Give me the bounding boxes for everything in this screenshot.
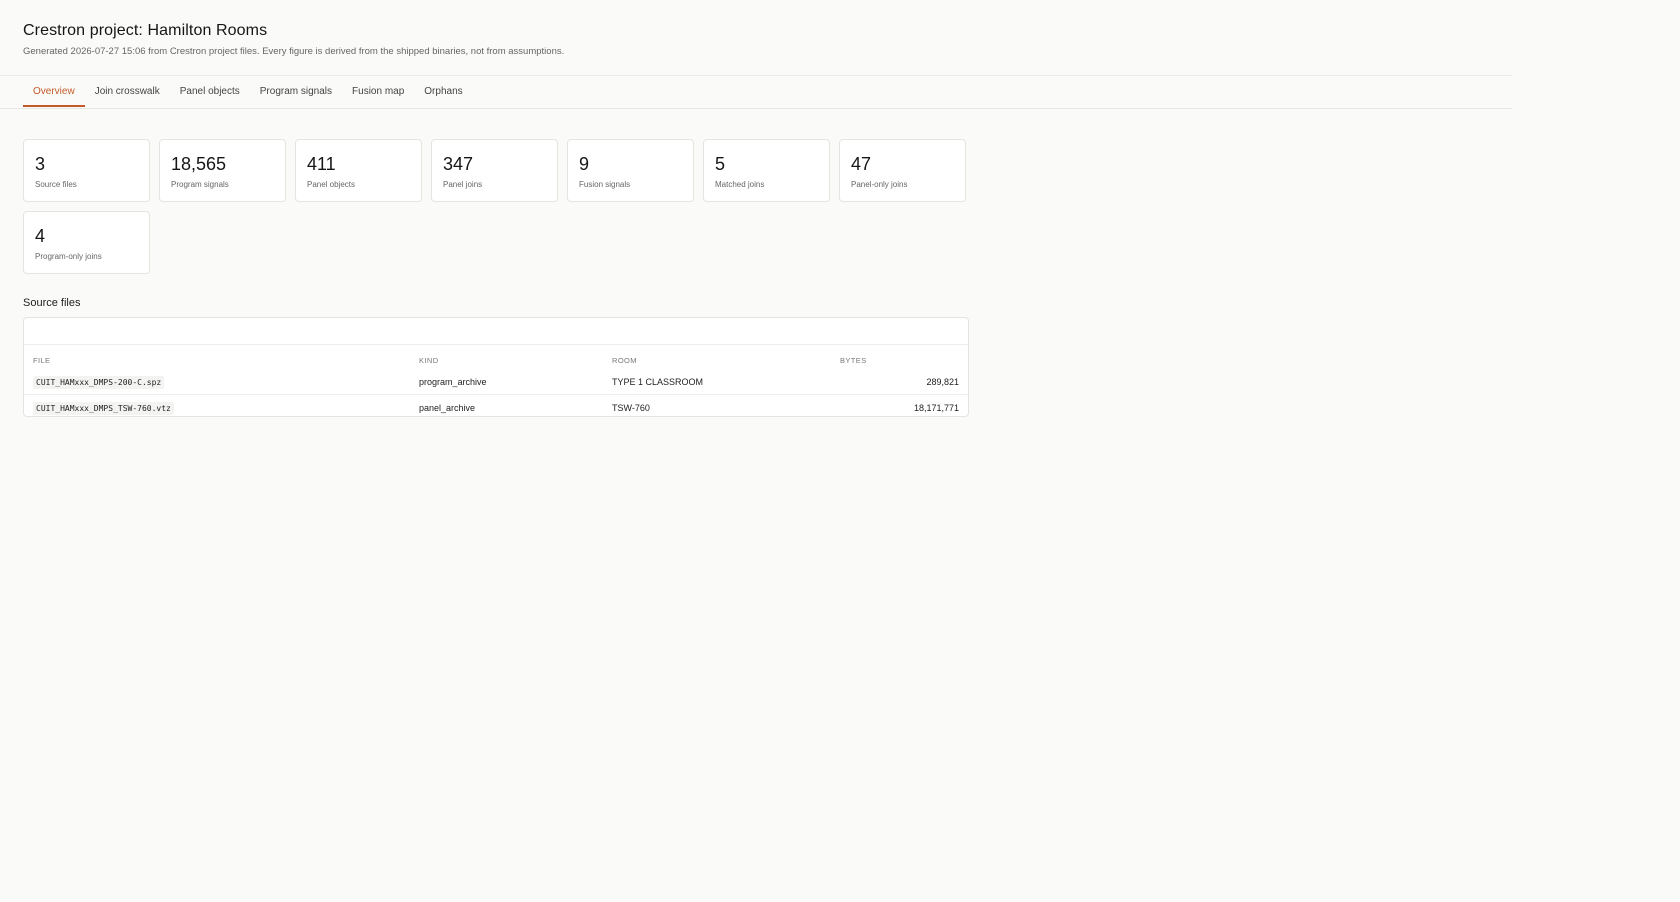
- stat-label: Panel objects: [307, 180, 356, 189]
- tab-join-crosswalk[interactable]: Join crosswalk: [85, 76, 170, 107]
- stat-card-matched-joins: 5 Matched joins: [703, 139, 830, 202]
- column-header-file[interactable]: FILE: [24, 345, 410, 369]
- tab-program-signals[interactable]: Program signals: [250, 76, 342, 107]
- stat-card-panel-joins: 347 Panel joins: [431, 139, 558, 202]
- stat-value: 347: [443, 154, 474, 174]
- source-files-table: FILE KIND ROOM BYTES CUIT_HAMxxx_DMPS-20…: [23, 317, 969, 420]
- stat-value: 5: [715, 154, 726, 174]
- page-header: Crestron project: Hamilton Rooms Generat…: [23, 22, 564, 57]
- stat-value: 4: [35, 226, 46, 246]
- tab-fusion-map[interactable]: Fusion map: [342, 76, 414, 107]
- stat-label: Fusion signals: [579, 180, 631, 189]
- table-row[interactable]: CUIT_HAMxxx_DMPS_TSW-760.vtz panel_archi…: [24, 394, 968, 420]
- stat-label: Panel joins: [443, 180, 483, 189]
- stat-card-program-signals: 18,565 Program signals: [159, 139, 286, 202]
- page-subtitle: Generated 2026-07-27 15:06 from Crestron…: [23, 46, 565, 57]
- column-header-room[interactable]: ROOM: [603, 345, 831, 369]
- table-toolbar: [24, 318, 968, 345]
- page-title: Crestron project: Hamilton Rooms: [23, 22, 268, 39]
- stat-value: 9: [579, 154, 590, 174]
- section-title-source-files: Source files: [23, 297, 81, 309]
- source-files-grid: FILE KIND ROOM BYTES CUIT_HAMxxx_DMPS-20…: [24, 345, 968, 420]
- stat-card-panel-objects: 411 Panel objects: [295, 139, 422, 202]
- stat-label: Source files: [35, 180, 77, 189]
- stat-cards: 3 Source files 18,565 Program signals 41…: [23, 139, 970, 274]
- cell-bytes: 18,171,771: [831, 394, 968, 420]
- stat-card-program-only-joins: 4 Program-only joins: [23, 211, 150, 274]
- tab-orphans[interactable]: Orphans: [414, 76, 472, 107]
- tab-list: Overview Join crosswalk Panel objects Pr…: [23, 76, 473, 108]
- cell-kind: panel_archive: [410, 394, 603, 420]
- cell-bytes: 289,821: [926, 376, 959, 387]
- stat-card-fusion-signals: 9 Fusion signals: [567, 139, 694, 202]
- column-header-kind[interactable]: KIND: [410, 345, 603, 369]
- stat-value: 18,565: [171, 154, 227, 174]
- tab-bar: Overview Join crosswalk Panel objects Pr…: [0, 75, 1512, 109]
- stat-value: 47: [851, 154, 872, 174]
- stat-card-panel-only-joins: 47 Panel-only joins: [839, 139, 966, 202]
- stat-label: Program-only joins: [35, 252, 102, 261]
- tab-panel-objects[interactable]: Panel objects: [170, 76, 250, 107]
- cell-file: CUIT_HAMxxx_DMPS_TSW-760.vtz: [24, 394, 410, 420]
- file-name: CUIT_HAMxxx_DMPS-200-C.spz: [33, 375, 165, 389]
- table-header-row: FILE KIND ROOM BYTES: [24, 345, 968, 369]
- cell-kind: program_archive: [419, 376, 487, 387]
- stat-value: 3: [35, 154, 46, 174]
- cell-room: TYPE 1 CLASSROOM: [612, 376, 704, 387]
- stat-label: Matched joins: [715, 180, 765, 189]
- column-header-bytes[interactable]: BYTES: [831, 345, 968, 369]
- stat-value: 411: [307, 154, 336, 174]
- cell-file: CUIT_HAMxxx_DMPS-200-C.spz: [24, 369, 410, 395]
- stat-label: Panel-only joins: [851, 180, 908, 189]
- table-row[interactable]: CUIT_HAMxxx_DMPS-200-C.spz program_archi…: [24, 369, 968, 395]
- file-name: CUIT_HAMxxx_DMPS_TSW-760.vtz: [33, 401, 174, 415]
- stat-label: Program signals: [171, 180, 229, 189]
- stat-card-source-files: 3 Source files: [23, 139, 150, 202]
- cell-room: TSW-760: [603, 394, 831, 420]
- tab-overview[interactable]: Overview: [23, 76, 85, 107]
